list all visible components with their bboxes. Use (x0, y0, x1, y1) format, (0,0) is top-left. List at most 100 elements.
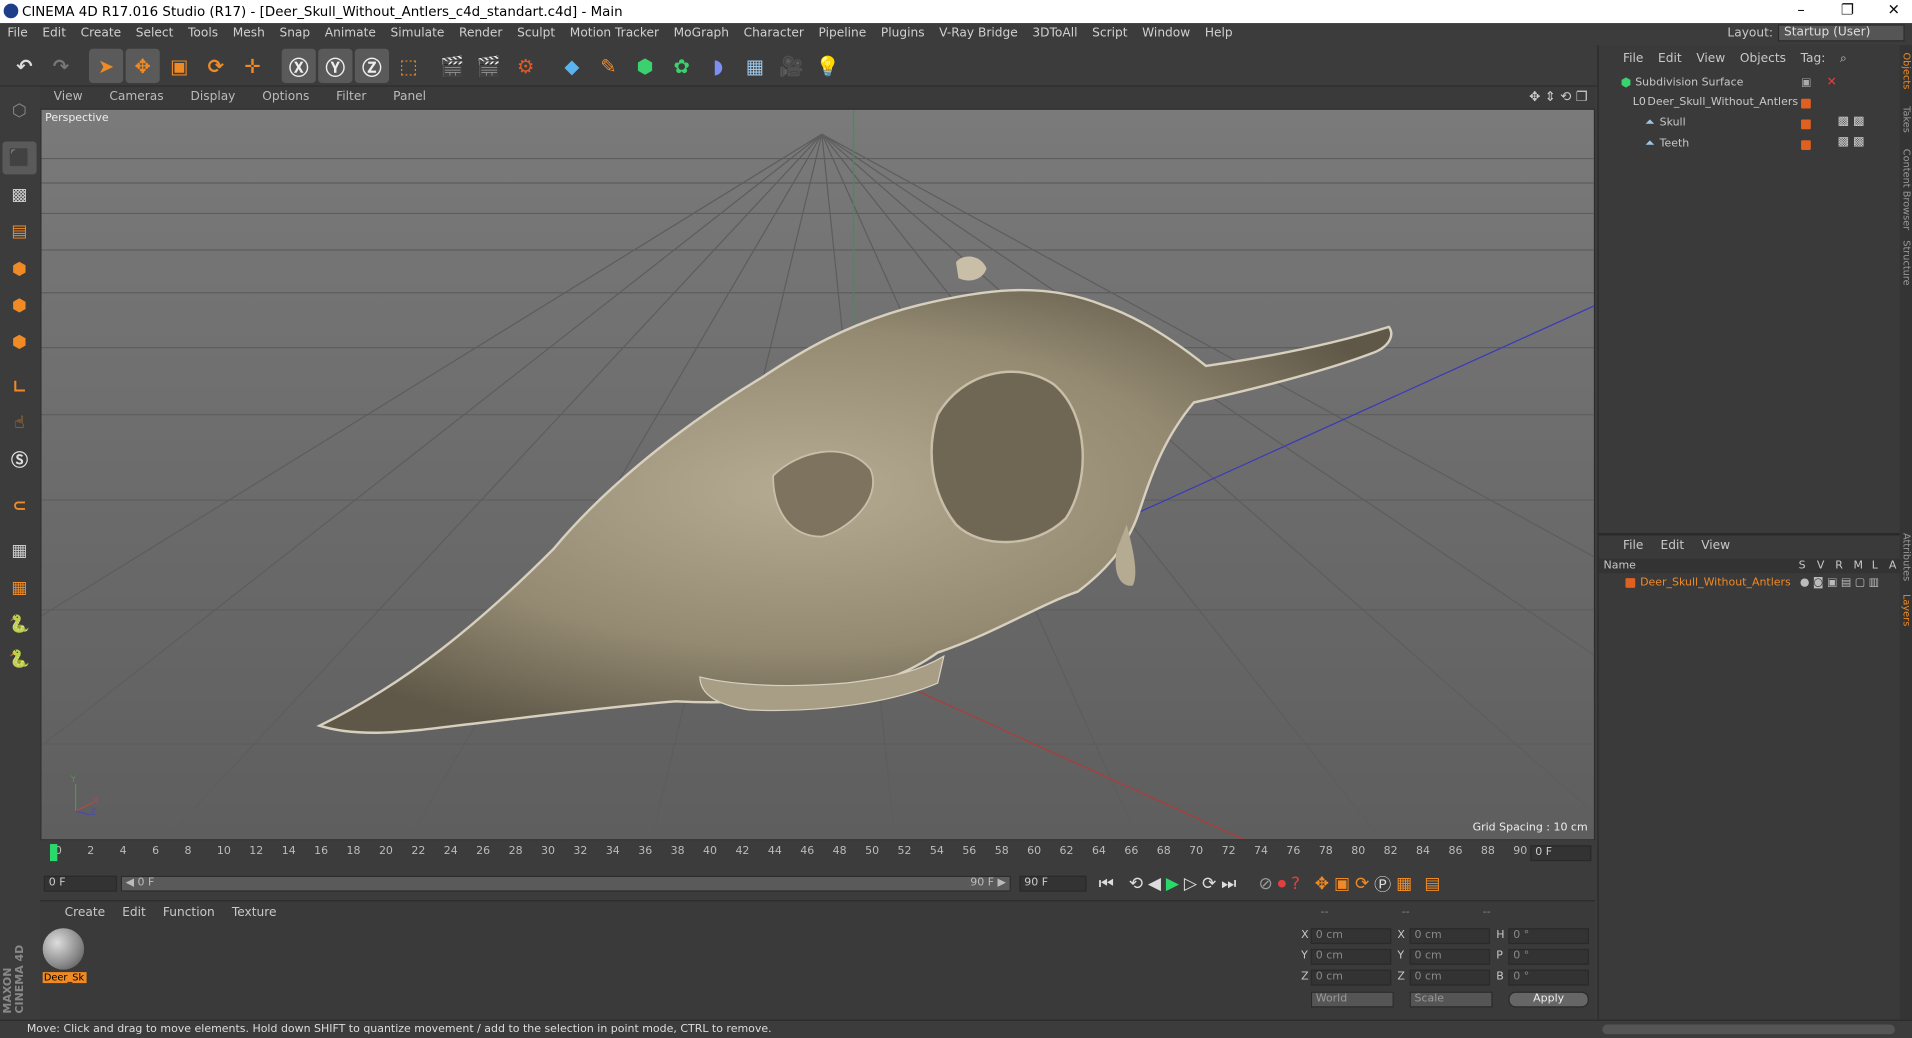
menu-edit[interactable]: Edit (35, 23, 73, 45)
tab-objects[interactable]: Objects (1901, 52, 1912, 89)
layout-dropdown[interactable]: Startup (User) (1777, 24, 1905, 42)
timeline-ruler[interactable]: 0 2 4 6 8 10 12 14 16 18 20 22 24 26 28 30 32 34 36 38 40 42 4… (40, 840, 1595, 865)
material-tag-icon[interactable]: ▩ ▩ (1838, 135, 1865, 148)
object-name[interactable]: Teeth (1660, 138, 1690, 150)
rotation-key-icon[interactable]: ⟳ (1355, 875, 1369, 895)
keyframe-selection-icon[interactable]: ? (1291, 875, 1300, 895)
object-row[interactable]: ⏶ Skull ▩ ▩ (1599, 115, 1901, 135)
rotate-tool-icon[interactable]: ⟳ (199, 49, 233, 83)
floor-icon[interactable]: ▦ (738, 49, 772, 83)
z-axis-lock-icon[interactable]: Ⓩ (354, 48, 389, 83)
menu-script[interactable]: Script (1085, 23, 1135, 45)
x-axis-lock-icon[interactable]: Ⓧ (281, 48, 316, 83)
viewport-navigation-icons[interactable]: ✥ ⇕ ⟲ ❐ (1529, 89, 1588, 105)
menu-mograph[interactable]: MoGraph (666, 23, 736, 45)
material-menu-function[interactable]: Function (163, 906, 215, 919)
coord-size-mode-dropdown[interactable]: Scale (1409, 991, 1493, 1008)
layers-menu-file[interactable]: File (1623, 538, 1643, 551)
viewport-menu-view[interactable]: View (40, 87, 96, 109)
tweak-mode-icon[interactable]: ☝ (2, 406, 36, 439)
subdivision-surface-icon[interactable]: ⬢ (628, 49, 662, 83)
recent-tools-icon[interactable]: ✛ (235, 49, 269, 83)
size-z-field[interactable]: 0 cm (1409, 969, 1491, 986)
camera-icon[interactable]: 🎥 (774, 49, 808, 83)
objects-menu-objects[interactable]: Objects (1740, 52, 1786, 65)
menu-vray-bridge[interactable]: V-Ray Bridge (932, 23, 1025, 45)
size-x-field[interactable]: 0 cm (1409, 928, 1491, 945)
close-button[interactable]: ✕ (1875, 1, 1912, 22)
end-frame-field[interactable]: 90 F (1019, 875, 1087, 892)
deformer-icon[interactable]: ◗ (701, 49, 735, 83)
position-z-field[interactable]: 0 cm (1310, 969, 1392, 986)
objects-menu-tags[interactable]: Tag: (1801, 52, 1826, 65)
restore-button[interactable]: ❐ (1829, 1, 1866, 22)
goto-end-icon[interactable]: ⏭ (1221, 875, 1236, 895)
pla-key-icon[interactable]: ▦ (1396, 875, 1412, 895)
edges-mode-icon[interactable]: ⬢ (2, 289, 36, 322)
position-key-icon[interactable]: ✥ (1315, 875, 1329, 895)
size-y-field[interactable]: 0 cm (1409, 948, 1491, 965)
next-frame-icon[interactable]: ▷ (1184, 875, 1197, 895)
start-frame-field[interactable]: 0 F (43, 875, 118, 892)
menu-character[interactable]: Character (736, 23, 811, 45)
undo-icon[interactable]: ↶ (7, 49, 41, 83)
layer-color-swatch[interactable] (1801, 98, 1811, 109)
rotation-h-field[interactable]: 0 ° (1508, 928, 1589, 945)
timeline-ticks[interactable]: 0 2 4 6 8 10 12 14 16 18 20 22 24 26 28 30 32 34 36 38 40 42 4… (40, 840, 1527, 864)
tab-attributes[interactable]: Attributes (1901, 533, 1912, 581)
polygons-mode-icon[interactable]: ⬢ (2, 326, 36, 359)
material-name[interactable]: Deer_Sk (42, 972, 87, 984)
object-name[interactable]: Deer_Skull_Without_Antlers (1647, 96, 1798, 108)
y-axis-lock-icon[interactable]: Ⓨ (318, 48, 353, 83)
layers-menu-view[interactable]: View (1701, 538, 1730, 551)
points-mode-icon[interactable]: ⬢ (2, 252, 36, 285)
record-active-objects-icon[interactable]: ⊘ (1258, 875, 1272, 895)
menu-select[interactable]: Select (128, 23, 180, 45)
layer-toggle-icons[interactable]: ● ◙ ▣ ▤ ▢ ▥ (1800, 577, 1879, 589)
position-x-field[interactable]: 0 cm (1310, 928, 1392, 945)
menu-window[interactable]: Window (1135, 23, 1198, 45)
cube-primitive-icon[interactable]: ◆ (555, 49, 589, 83)
rotation-p-field[interactable]: 0 ° (1508, 948, 1589, 965)
menu-animate[interactable]: Animate (317, 23, 383, 45)
coord-mode-dropdown[interactable]: World (1310, 991, 1394, 1008)
object-visibility-icon[interactable]: ▣ (1801, 77, 1811, 89)
object-name[interactable]: Skull (1660, 117, 1686, 129)
coordinate-system-icon[interactable]: ⬚ (391, 49, 425, 83)
viewport-menu-filter[interactable]: Filter (323, 87, 380, 109)
objects-menu-view[interactable]: View (1696, 52, 1725, 65)
layer-row[interactable]: Deer_Skull_Without_Antlers ● ◙ ▣ ▤ ▢ ▥ (1599, 576, 1901, 593)
object-search-icon[interactable]: ⌕ (1840, 52, 1847, 65)
menu-mesh[interactable]: Mesh (225, 23, 272, 45)
timeline-playhead[interactable] (49, 844, 58, 862)
current-frame-field[interactable]: 0 F (1530, 845, 1592, 862)
object-row[interactable]: ⬢ Subdivision Surface ▣ ✕ (1599, 74, 1901, 94)
scale-key-icon[interactable]: ▣ (1334, 875, 1350, 895)
layer-name[interactable]: Deer_Skull_Without_Antlers (1640, 577, 1791, 589)
menu-pipeline[interactable]: Pipeline (811, 23, 873, 45)
menu-simulate[interactable]: Simulate (383, 23, 452, 45)
previous-key-icon[interactable]: ⟲ (1129, 875, 1143, 895)
menu-file[interactable]: File (0, 23, 35, 45)
spline-pen-icon[interactable]: ✎ (591, 49, 625, 83)
light-icon[interactable]: 💡 (811, 49, 845, 83)
menu-create[interactable]: Create (73, 23, 128, 45)
viewport-menu-cameras[interactable]: Cameras (96, 87, 177, 109)
position-y-field[interactable]: 0 cm (1310, 948, 1392, 965)
timeline-window-icon[interactable]: ▤ (1424, 875, 1440, 895)
layers-menu-edit[interactable]: Edit (1660, 538, 1684, 551)
preview-range-slider[interactable]: ◀ 0 F 90 F ▶ (120, 875, 1011, 892)
redo-icon[interactable]: ↷ (44, 49, 78, 83)
objects-menu-edit[interactable]: Edit (1658, 52, 1682, 65)
object-disabled-icon[interactable]: ✕ (1827, 76, 1837, 89)
material-menu-texture[interactable]: Texture (232, 906, 277, 919)
menu-3dtoall[interactable]: 3DToAll (1025, 23, 1085, 45)
goto-start-icon[interactable]: ⏮ (1099, 875, 1114, 895)
tab-layers[interactable]: Layers (1901, 594, 1912, 626)
live-selection-icon[interactable]: ➤ (89, 48, 124, 83)
menu-render[interactable]: Render (452, 23, 510, 45)
python-script-2-icon[interactable]: 🐍 (2, 643, 36, 676)
autokeying-icon[interactable]: ⏺ (1278, 875, 1287, 895)
move-tool-icon[interactable]: ✥ (125, 48, 160, 83)
render-view-icon[interactable]: 🎬 (435, 49, 469, 83)
